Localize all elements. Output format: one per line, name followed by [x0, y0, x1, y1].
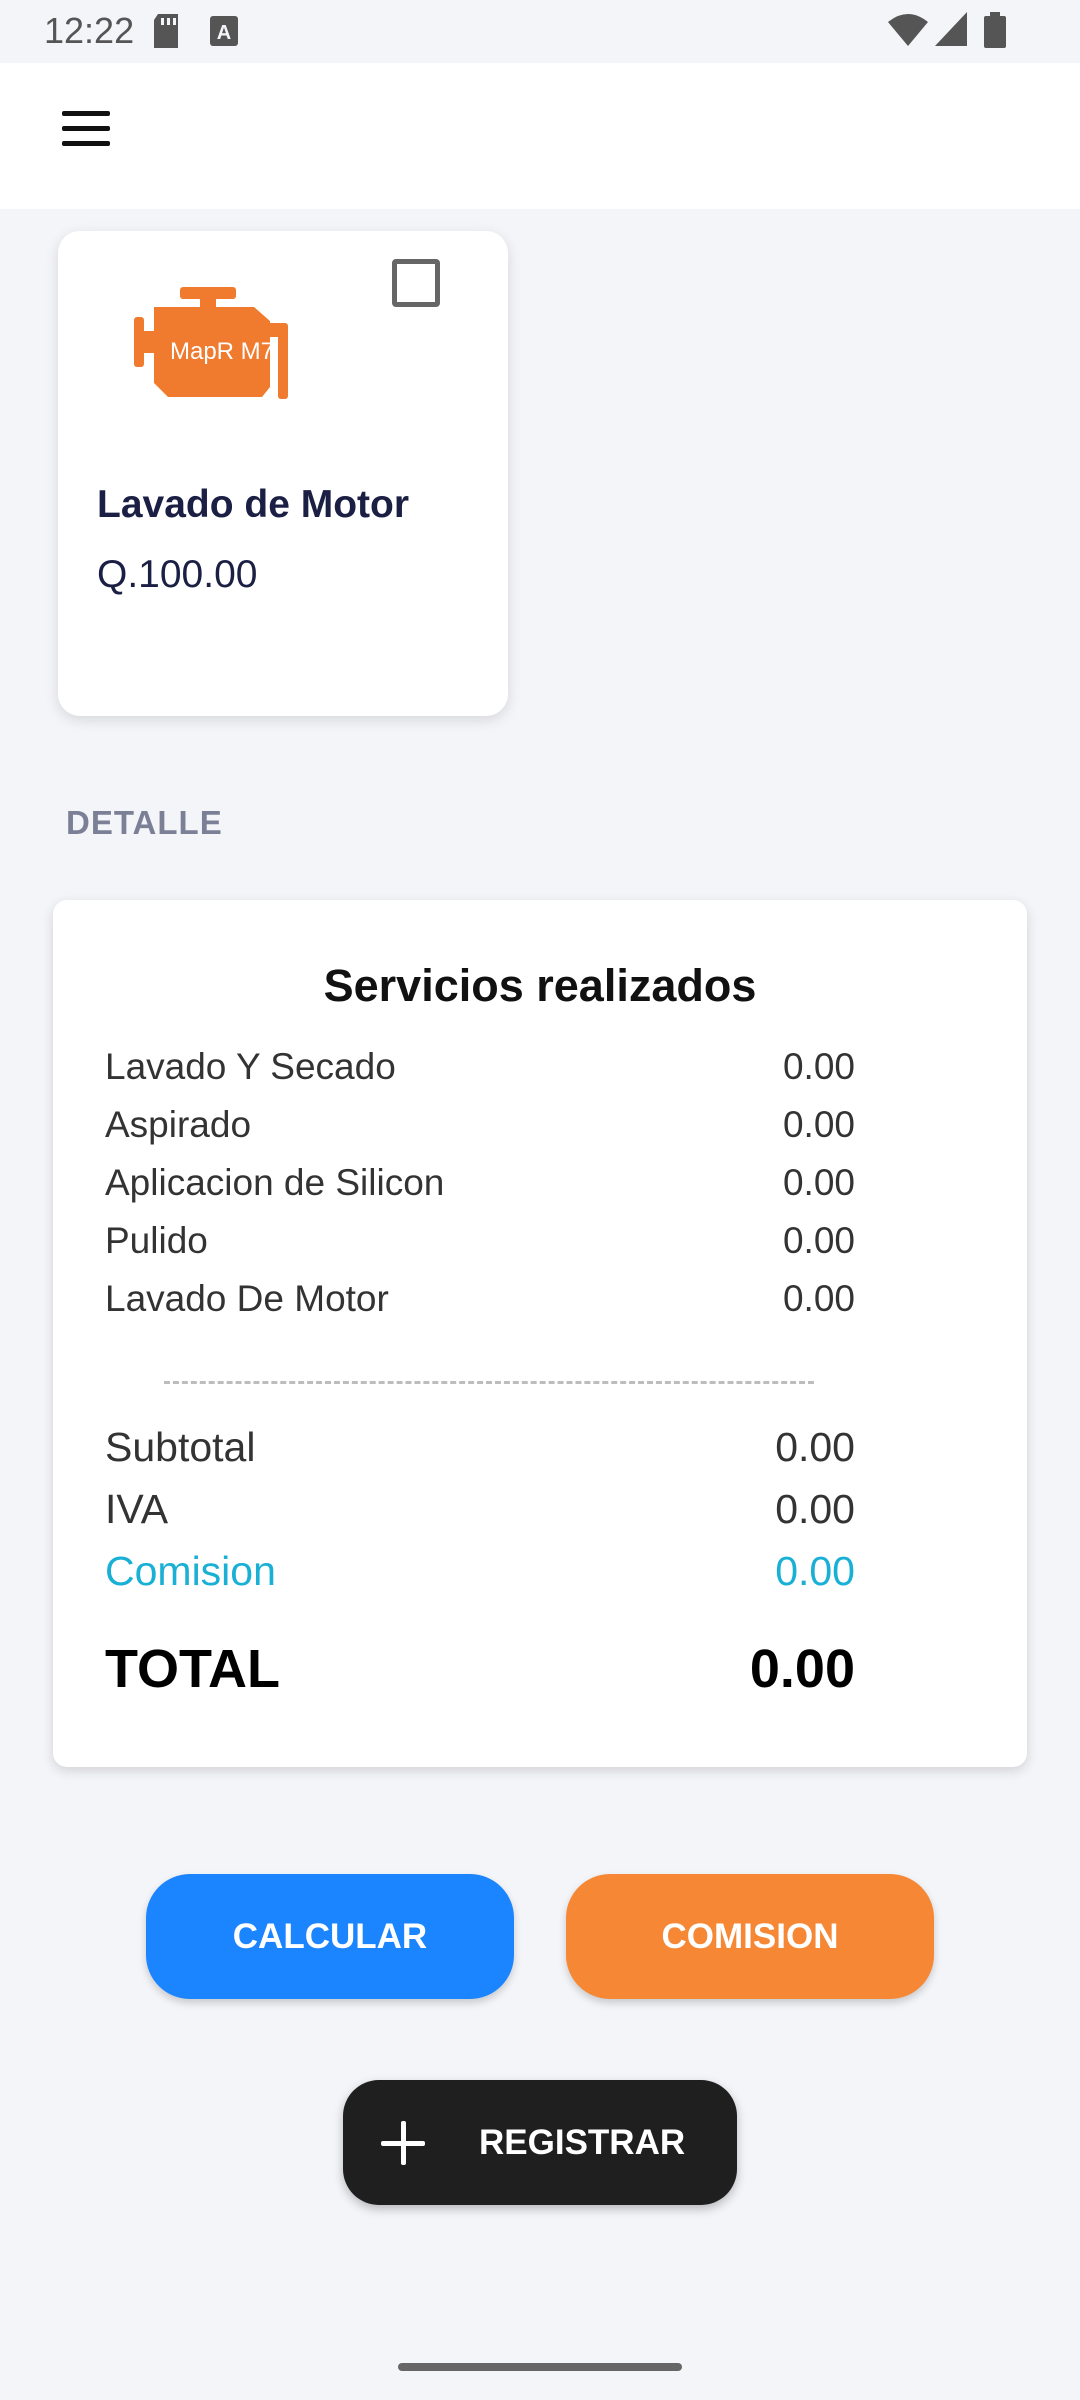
line-item-label: Lavado De Motor [105, 1278, 389, 1319]
comision-button[interactable]: COMISION [566, 1874, 934, 1999]
receipt-line-item: Lavado Y Secado 0.00 [105, 1046, 855, 1096]
text-a-icon: A [210, 16, 238, 46]
receipt-line-item: Aplicacion de Silicon 0.00 [105, 1162, 855, 1212]
service-checkbox[interactable] [392, 259, 440, 307]
iva-value: 0.00 [775, 1486, 855, 1532]
comision-label: Comision [105, 1548, 276, 1594]
receipt-card: Servicios realizados [53, 900, 1027, 1767]
plus-icon [381, 2120, 425, 2165]
line-item-label: Aspirado [105, 1104, 252, 1145]
receipt-line-item: Pulido 0.00 [105, 1220, 855, 1270]
line-item-label: Lavado Y Secado [105, 1046, 396, 1087]
battery-icon [984, 12, 1006, 48]
status-time: 12:22 [44, 10, 135, 51]
total-label: TOTAL [105, 1639, 280, 1699]
total-value: 0.00 [749, 1639, 855, 1699]
line-item-value: 0.00 [782, 1104, 855, 1145]
line-item-value: 0.00 [782, 1278, 855, 1319]
section-label-detalle: DETALLE [66, 804, 223, 841]
line-item-label: Pulido [105, 1220, 208, 1261]
status-bar: 12:22 A [0, 0, 1080, 63]
service-card-lavado-motor[interactable]: MapR M7 Lavado de Motor Q.100.00 [58, 231, 508, 716]
receipt-line-item: Aspirado 0.00 [105, 1104, 855, 1154]
total-row: TOTAL 0.00 [105, 1638, 855, 1708]
subtotal-value: 0.00 [775, 1424, 855, 1470]
home-indicator[interactable] [398, 2363, 682, 2371]
comision-row: Comision 0.00 [105, 1548, 855, 1603]
iva-row: IVA 0.00 [105, 1486, 855, 1541]
svg-text:A: A [217, 22, 231, 44]
engine-logo-text: MapR M7 [170, 338, 274, 365]
app-bar [0, 63, 1080, 209]
signal-icon [935, 12, 967, 46]
comision-value: 0.00 [775, 1548, 855, 1594]
calcular-button[interactable]: CALCULAR [146, 1874, 514, 1999]
registrar-button[interactable]: REGISTRAR [343, 2080, 737, 2205]
registrar-label: REGISTRAR [479, 2122, 686, 2162]
menu-icon[interactable] [52, 111, 122, 161]
iva-label: IVA [105, 1486, 169, 1532]
subtotal-label: Subtotal [105, 1424, 256, 1470]
line-item-value: 0.00 [782, 1220, 855, 1261]
engine-icon: MapR M7 [134, 287, 288, 399]
sd-card-icon [154, 14, 178, 48]
service-price: Q.100.00 [97, 553, 258, 596]
line-item-value: 0.00 [782, 1046, 855, 1087]
receipt-line-item: Lavado De Motor 0.00 [105, 1278, 855, 1328]
receipt-title: Servicios realizados [323, 960, 757, 1011]
subtotal-row: Subtotal 0.00 [105, 1424, 855, 1479]
wifi-icon [888, 14, 928, 46]
receipt-divider [164, 1381, 814, 1384]
service-name: Lavado de Motor [97, 483, 410, 526]
line-item-label: Aplicacion de Silicon [105, 1162, 445, 1203]
line-item-value: 0.00 [782, 1162, 855, 1203]
